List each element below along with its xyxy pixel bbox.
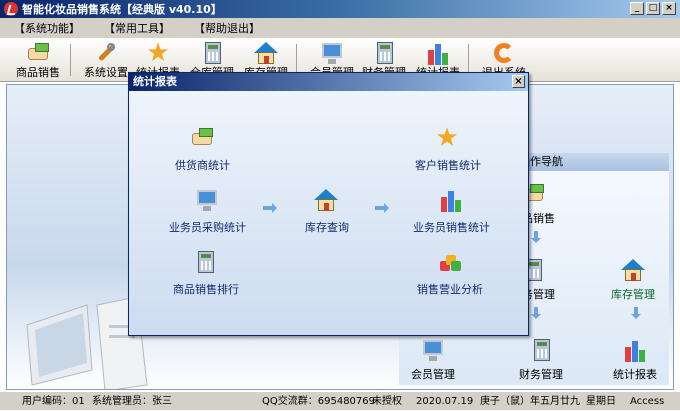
status-user-code: 用户编码：01 [22, 396, 85, 407]
app-logo-icon [4, 2, 18, 16]
dialog-item-label: 商品销售排行 [173, 283, 239, 296]
arrow-down-icon [631, 307, 641, 321]
status-date: 2020.07.19 [416, 396, 474, 407]
dialog-title-bar: 统计报表 × [129, 73, 528, 91]
status-bar: 用户编码：01 系统管理员：张三 QQ交流群：695480769 未授权 202… [0, 391, 680, 410]
cubes-icon [436, 249, 464, 277]
nav-item-report[interactable]: 统计报表 [613, 337, 657, 382]
menu-system-functions[interactable]: 【系统功能】 [14, 20, 80, 36]
warehouse-icon [253, 40, 279, 64]
status-weekday: 星期日 [586, 396, 616, 407]
dialog-close-button[interactable]: × [512, 75, 525, 88]
nav-item-member[interactable]: 会员管理 [411, 337, 455, 382]
status-database: Access [630, 396, 665, 407]
status-admin: 系统管理员：张三 [92, 396, 172, 407]
dialog-item-label: 库存查询 [305, 221, 349, 234]
dialog-item-label: 供货商统计 [175, 159, 230, 172]
monitor-icon [420, 337, 446, 363]
exit-icon [491, 40, 517, 63]
warehouse-icon [620, 257, 646, 283]
status-lunar-date: 庚子（鼠）年五月廿九 [480, 396, 580, 407]
bar-chart-icon [438, 187, 466, 215]
dialog-item-label: 业务员销售统计 [413, 221, 490, 234]
nav-item-finance-2[interactable]: 财务管理 [519, 337, 563, 382]
nav-item-label: 库存管理 [611, 288, 655, 301]
dialog-body: 供货商统计 ★ 客户销售统计 业务员采购统计 库存查询 业务员销售统计 商品销售… [129, 91, 528, 335]
nav-item-label: 统计报表 [613, 368, 657, 381]
dialog-item-label: 客户销售统计 [415, 159, 481, 172]
calculator-icon [192, 249, 220, 277]
menu-help-exit[interactable]: 【帮助退出】 [194, 20, 260, 36]
status-license: 未授权 [372, 396, 402, 407]
window-title: 智能化妆品销售系统【经典版 v40.10】 [22, 3, 222, 16]
status-qq-group: QQ交流群：695480769 [262, 396, 376, 407]
close-button[interactable]: × [662, 2, 676, 15]
nav-item-label: 会员管理 [411, 368, 455, 381]
wrench-icon [93, 40, 119, 62]
nav-item-stock[interactable]: 库存管理 [611, 257, 655, 302]
menu-bar: 【系统功能】 【常用工具】 【帮助退出】 [0, 18, 680, 38]
star-icon: ★ [435, 123, 459, 153]
arrow-down-icon [531, 307, 541, 321]
star-icon: ★ [146, 38, 170, 68]
toolbar-label: 商品销售 [16, 66, 60, 79]
dialog-title: 统计报表 [133, 75, 177, 88]
maximize-button[interactable]: □ [646, 2, 660, 15]
dialog-item-label: 销售营业分析 [417, 283, 483, 296]
payment-icon [189, 125, 217, 153]
title-bar: 智能化妆品销售系统【经典版 v40.10】 _ □ × [0, 0, 680, 18]
supplier-stats-button[interactable]: 供货商统计 [175, 125, 230, 173]
nav-item-label: 财务管理 [519, 368, 563, 381]
toolbar-label: 系统设置 [84, 66, 128, 79]
dialog-item-label: 业务员采购统计 [169, 221, 246, 234]
warehouse-icon [313, 187, 341, 215]
calculator-icon [199, 40, 225, 64]
arrow-right-icon [375, 203, 393, 213]
menu-common-tools[interactable]: 【常用工具】 [104, 20, 170, 36]
product-sales-rank-button[interactable]: 商品销售排行 [173, 249, 239, 297]
arrow-right-icon [263, 203, 281, 213]
monitor-icon [194, 187, 222, 215]
bar-chart-icon [425, 40, 451, 65]
inventory-query-button[interactable]: 库存查询 [305, 187, 349, 235]
toolbar-settings-button[interactable]: 系统设置 [76, 40, 136, 80]
minimize-button[interactable]: _ [630, 2, 644, 15]
salesman-purchase-stats-button[interactable]: 业务员采购统计 [169, 187, 246, 235]
calculator-icon [371, 40, 397, 64]
customer-sales-stats-button[interactable]: ★ 客户销售统计 [415, 125, 481, 173]
window-controls: _ □ × [630, 2, 676, 15]
statistics-report-dialog: 统计报表 × 供货商统计 ★ 客户销售统计 业务员采购统计 库存查询 业务员销售… [128, 72, 529, 336]
salesman-sales-stats-button[interactable]: 业务员销售统计 [413, 187, 490, 235]
calculator-icon [528, 337, 554, 363]
monitor-icon [319, 40, 345, 64]
sales-business-analysis-button[interactable]: 销售营业分析 [417, 249, 483, 297]
bar-chart-icon [622, 337, 648, 363]
toolbar-sales-button[interactable]: 商品销售 [8, 40, 68, 80]
payment-icon [25, 40, 51, 62]
arrow-down-icon [531, 231, 541, 245]
